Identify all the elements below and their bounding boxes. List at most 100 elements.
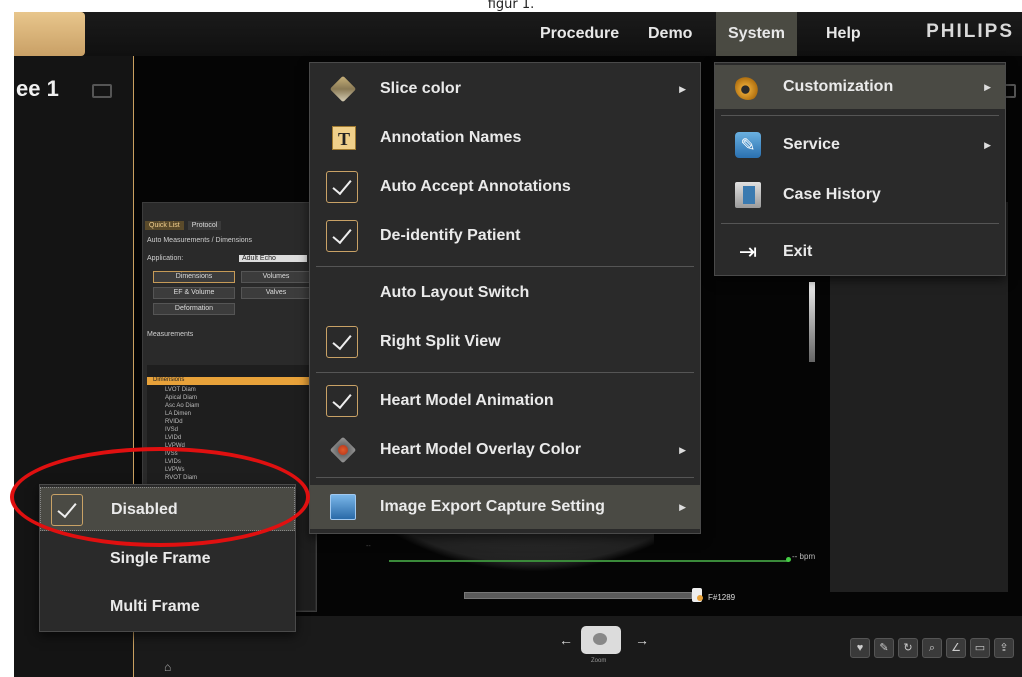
cine-slider[interactable] (464, 592, 692, 599)
tab-protocol[interactable]: Protocol (187, 221, 222, 230)
list-item[interactable]: IVSd (165, 427, 178, 433)
wrench-icon: ✎ (735, 132, 761, 158)
menu-item-label: Case History (783, 186, 881, 203)
menu-item-de-identify-patient[interactable]: De-identify Patient (310, 214, 700, 258)
top-menubar: Procedure Demo System Help PHILIPS (14, 12, 1022, 56)
menu-item-case-history[interactable]: Case History (715, 173, 1005, 217)
view-cube-button[interactable] (581, 626, 621, 654)
menu-procedure[interactable]: Procedure (528, 12, 631, 56)
checkmark-icon (326, 326, 358, 358)
menu-item-heart-model-overlay-color[interactable]: Heart Model Overlay Color ▶ (310, 428, 700, 472)
measurements-title: Measurements (147, 331, 194, 338)
submenu-arrow-icon: ▶ (679, 502, 686, 512)
gold-tab[interactable] (14, 12, 85, 56)
bottom-left-icon[interactable]: ⌂ (164, 660, 171, 674)
menu-system[interactable]: System (716, 12, 797, 56)
checkmark-icon (326, 220, 358, 252)
menu-item-label: Multi Frame (110, 598, 200, 615)
menu-help[interactable]: Help (814, 12, 873, 56)
menu-item-label: Auto Accept Annotations (380, 178, 571, 195)
image-export-icon (330, 494, 356, 520)
window-toggle-icon[interactable] (92, 84, 112, 98)
arrow-right-icon[interactable]: → (635, 632, 649, 648)
panel-title: ee 1 (16, 76, 59, 101)
list-item[interactable]: LA Dimen (165, 411, 191, 417)
volumes-button[interactable]: Volumes (241, 271, 311, 283)
dimensions-button[interactable]: Dimensions (153, 271, 235, 283)
menu-item-multi-frame[interactable]: Multi Frame (40, 585, 295, 629)
deformation-button[interactable]: Deformation (153, 303, 235, 315)
submenu-arrow-icon: ▶ (984, 140, 991, 150)
heart-tool-icon[interactable]: ♥ (850, 638, 870, 658)
rect-tool-icon[interactable]: ▭ (970, 638, 990, 658)
checkmark-icon (326, 385, 358, 417)
panel-tabs: Quick List Protocol (145, 221, 223, 233)
list-item[interactable]: LVIDd (165, 435, 181, 441)
menu-demo[interactable]: Demo (636, 12, 704, 56)
slice-color-icon (329, 75, 357, 103)
menu-item-label: Right Split View (380, 333, 501, 350)
list-item[interactable]: Dimensions (153, 377, 184, 383)
menu-item-customization[interactable]: Customization ▶ (715, 65, 1005, 109)
menu-item-label: Auto Layout Switch (380, 284, 530, 301)
menu-separator (721, 115, 999, 116)
customization-menu: Slice color ▶ T Annotation Names Auto Ac… (309, 62, 701, 534)
exit-icon: ⇥ (738, 239, 758, 264)
menu-item-label: Heart Model Animation (380, 392, 554, 409)
menu-item-exit[interactable]: ⇥ Exit (715, 230, 1005, 274)
menu-item-right-split-view[interactable]: Right Split View (310, 320, 700, 364)
system-menu: Customization ▶ ✎ Service ▶ Case History… (714, 62, 1006, 276)
list-item[interactable]: Apical Diam (165, 395, 197, 401)
menu-item-label: Heart Model Overlay Color (380, 441, 581, 458)
menu-separator (316, 372, 694, 373)
rotate-tool-icon[interactable]: ↻ (898, 638, 918, 658)
submenu-arrow-icon: ▶ (679, 445, 686, 455)
list-item[interactable]: RVIDd (165, 419, 183, 425)
menu-item-label: Exit (783, 243, 813, 260)
angle-tool-icon[interactable]: ∠ (946, 638, 966, 658)
valves-button[interactable]: Valves (241, 287, 311, 299)
menu-item-label: Image Export Capture Setting (380, 498, 605, 515)
measure-tool-icon[interactable]: ✎ (874, 638, 894, 658)
menu-separator (316, 477, 694, 478)
figure-caption: figur 1. (487, 0, 535, 12)
submenu-arrow-icon: ▶ (984, 82, 991, 92)
submenu-arrow-icon: ▶ (679, 84, 686, 94)
list-item[interactable]: Asc Ao Diam (165, 403, 199, 409)
menu-item-auto-accept-annotations[interactable]: Auto Accept Annotations (310, 165, 700, 209)
zoom-tool-icon[interactable]: ⌕ (922, 638, 942, 658)
frame-marker-icon (697, 595, 703, 601)
highlight-annotation-oval (10, 447, 310, 547)
list-item[interactable]: LVOT Diam (165, 387, 196, 393)
ef-volume-button[interactable]: EF & Volume (153, 287, 235, 299)
tab-quick-list[interactable]: Quick List (145, 221, 184, 230)
menu-item-heart-model-animation[interactable]: Heart Model Animation (310, 379, 700, 423)
faint-label: -- (366, 543, 371, 550)
view-navigator: ← → Zoom (559, 624, 649, 664)
arrow-left-icon[interactable]: ← (559, 632, 573, 648)
menu-item-slice-color[interactable]: Slice color ▶ (310, 67, 700, 111)
menu-item-annotation-names[interactable]: T Annotation Names (310, 116, 700, 160)
menu-separator (316, 266, 694, 267)
tool-buttons: ♥ ✎ ↻ ⌕ ∠ ▭ ⇪ (850, 638, 1018, 660)
menu-item-service[interactable]: ✎ Service ▶ (715, 123, 1005, 167)
text-t-icon: T (332, 126, 356, 150)
export-tool-icon[interactable]: ⇪ (994, 638, 1014, 658)
ecg-trace (389, 560, 789, 562)
frame-number: F#1289 (708, 593, 736, 602)
menu-separator (721, 223, 999, 224)
application-label: Application: (147, 255, 184, 262)
navigator-label: Zoom (591, 658, 607, 664)
menu-item-auto-layout-switch[interactable]: Auto Layout Switch (310, 271, 700, 315)
gear-icon (735, 74, 761, 100)
menu-item-label: Annotation Names (380, 129, 522, 146)
menu-item-image-export-capture-setting[interactable]: Image Export Capture Setting ▶ (310, 485, 700, 529)
application-select[interactable]: Adult Echo (239, 255, 307, 262)
brand-logo: PHILIPS (926, 21, 1014, 42)
grayscale-bar (809, 282, 815, 362)
checkmark-icon (326, 171, 358, 203)
ecg-marker (786, 557, 791, 562)
menu-item-label: Slice color (380, 80, 461, 97)
case-history-icon (735, 182, 761, 208)
heart-rate-readout: -- bpm (792, 552, 816, 561)
